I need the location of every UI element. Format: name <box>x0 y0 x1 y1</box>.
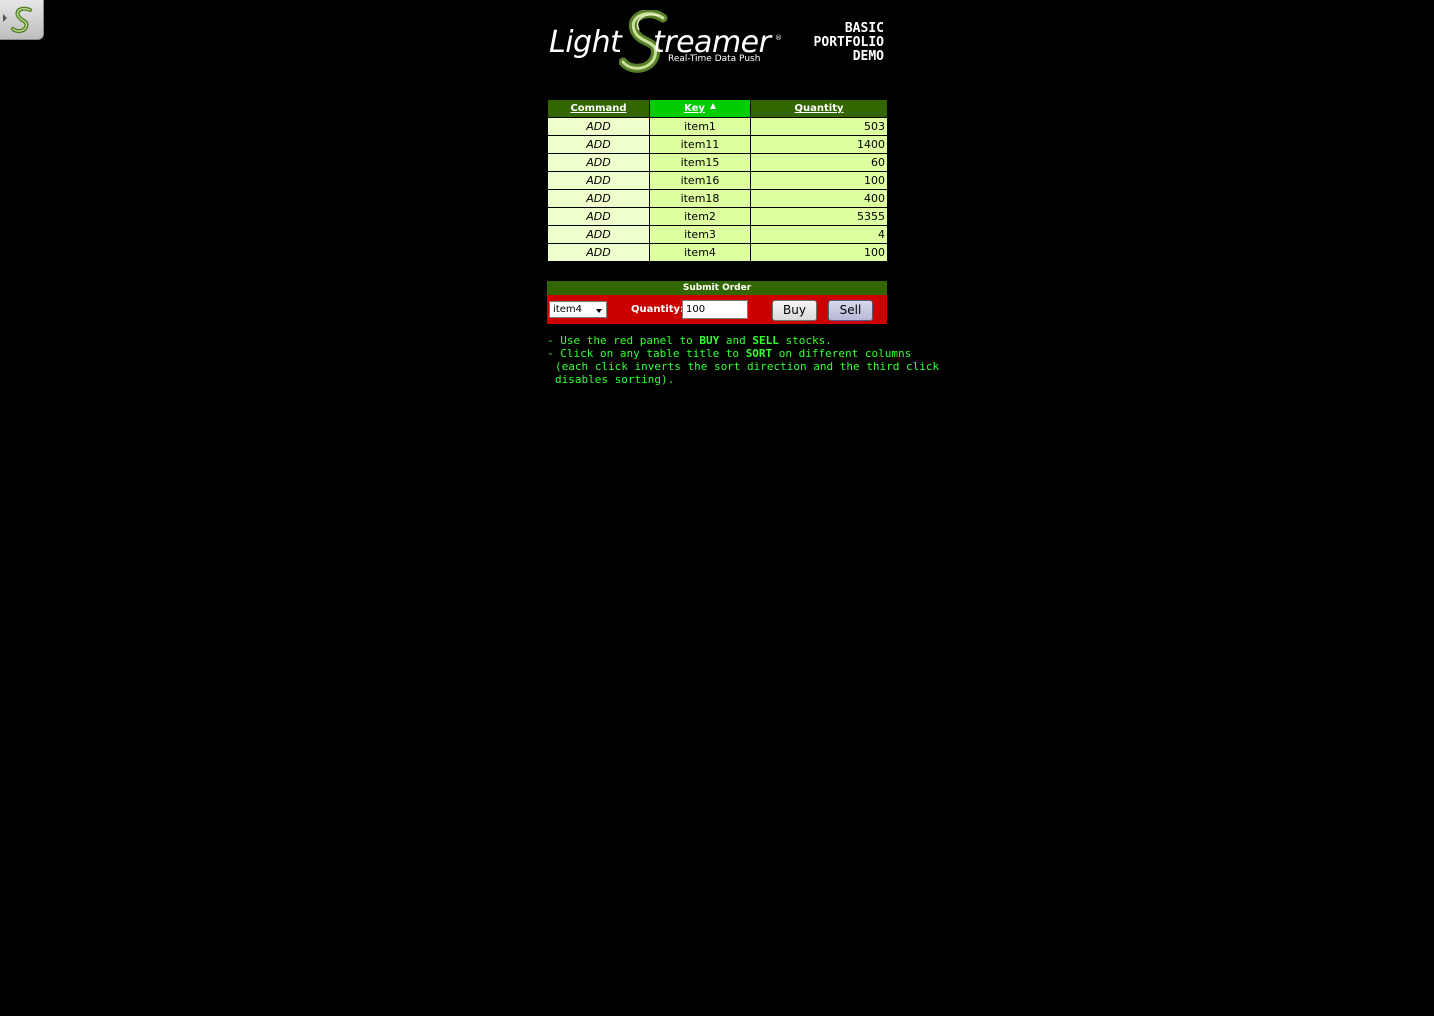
quantity-cell: 100 <box>750 171 888 190</box>
table-row: ADD item2 5355 <box>547 207 888 226</box>
quantity-cell: 503 <box>750 117 888 136</box>
demo-title: BASIC PORTFOLIO DEMO <box>814 22 884 64</box>
column-header-quantity[interactable]: Quantity <box>750 99 888 118</box>
lightstreamer-logo: Light S treamer ® Real-Time Data Push <box>547 8 787 74</box>
item-select[interactable]: item4 <box>549 301 607 318</box>
quantity-cell: 100 <box>750 243 888 262</box>
command-cell: ADD <box>547 171 650 190</box>
table-row: ADD item11 1400 <box>547 135 888 154</box>
key-cell: item2 <box>649 207 751 226</box>
page-header: Light S treamer ® Real-Time Data Push BA… <box>547 8 887 78</box>
command-cell: ADD <box>547 135 650 154</box>
command-cell: ADD <box>547 243 650 262</box>
svg-text:S: S <box>637 49 638 51</box>
item-select-value: item4 <box>553 304 582 315</box>
quantity-cell: 1400 <box>750 135 888 154</box>
logo-light-text: Light <box>549 25 622 60</box>
command-cell: ADD <box>547 225 650 244</box>
command-cell: ADD <box>547 189 650 208</box>
demo-title-line: DEMO <box>852 49 884 64</box>
command-cell: ADD <box>547 153 650 172</box>
submit-order-title: Submit Order <box>547 281 887 295</box>
table-row: ADD item3 4 <box>547 225 888 244</box>
portfolio-table: Command Key Quantity ADD item1 503 ADD i… <box>547 99 888 262</box>
key-cell: item18 <box>649 189 751 208</box>
table-row: ADD item18 400 <box>547 189 888 208</box>
demo-title-line: PORTFOLIO <box>813 35 884 50</box>
instruction-line: - Use the red panel to BUY and SELL stoc… <box>547 334 832 347</box>
quantity-cell: 5355 <box>750 207 888 226</box>
side-panel-tab[interactable] <box>0 0 44 40</box>
quantity-cell: 60 <box>750 153 888 172</box>
instruction-line: (each click inverts the sort direction a… <box>555 360 940 373</box>
dropdown-caret-icon <box>596 309 602 313</box>
key-cell: item4 <box>649 243 751 262</box>
quantity-input[interactable] <box>682 300 748 319</box>
instruction-line: disables sorting). <box>555 373 675 386</box>
key-cell: item15 <box>649 153 751 172</box>
buy-button[interactable]: Buy <box>772 300 817 321</box>
order-form: item4 Quantity: Buy Sell <box>547 295 887 324</box>
key-cell: item1 <box>649 117 751 136</box>
quantity-cell: 400 <box>750 189 888 208</box>
logo-registered-mark: ® <box>775 34 782 42</box>
sort-ascending-icon <box>709 103 716 109</box>
column-header-command[interactable]: Command <box>547 99 650 118</box>
expand-arrow-icon <box>3 14 7 22</box>
command-cell: ADD <box>547 207 650 226</box>
table-row: ADD item16 100 <box>547 171 888 190</box>
table-row: ADD item1 503 <box>547 117 888 136</box>
key-cell: item3 <box>649 225 751 244</box>
quantity-cell: 4 <box>750 225 888 244</box>
table-row: ADD item4 100 <box>547 243 888 262</box>
command-cell: ADD <box>547 117 650 136</box>
submit-order-panel: Submit Order item4 Quantity: Buy Sell <box>547 281 887 324</box>
instructions-text: - Use the red panel to BUY and SELL stoc… <box>547 334 940 386</box>
logo-tagline: Real-Time Data Push <box>668 54 761 64</box>
column-header-key[interactable]: Key <box>649 99 751 118</box>
demo-title-line: BASIC <box>844 21 884 36</box>
lightstreamer-s-icon <box>11 6 32 34</box>
table-header-row: Command Key Quantity <box>547 99 888 118</box>
sell-button[interactable]: Sell <box>828 300 873 321</box>
table-row: ADD item15 60 <box>547 153 888 172</box>
quantity-label: Quantity: <box>631 304 684 315</box>
instruction-line: - Click on any table title to SORT on di… <box>547 347 912 360</box>
key-cell: item16 <box>649 171 751 190</box>
key-cell: item11 <box>649 135 751 154</box>
